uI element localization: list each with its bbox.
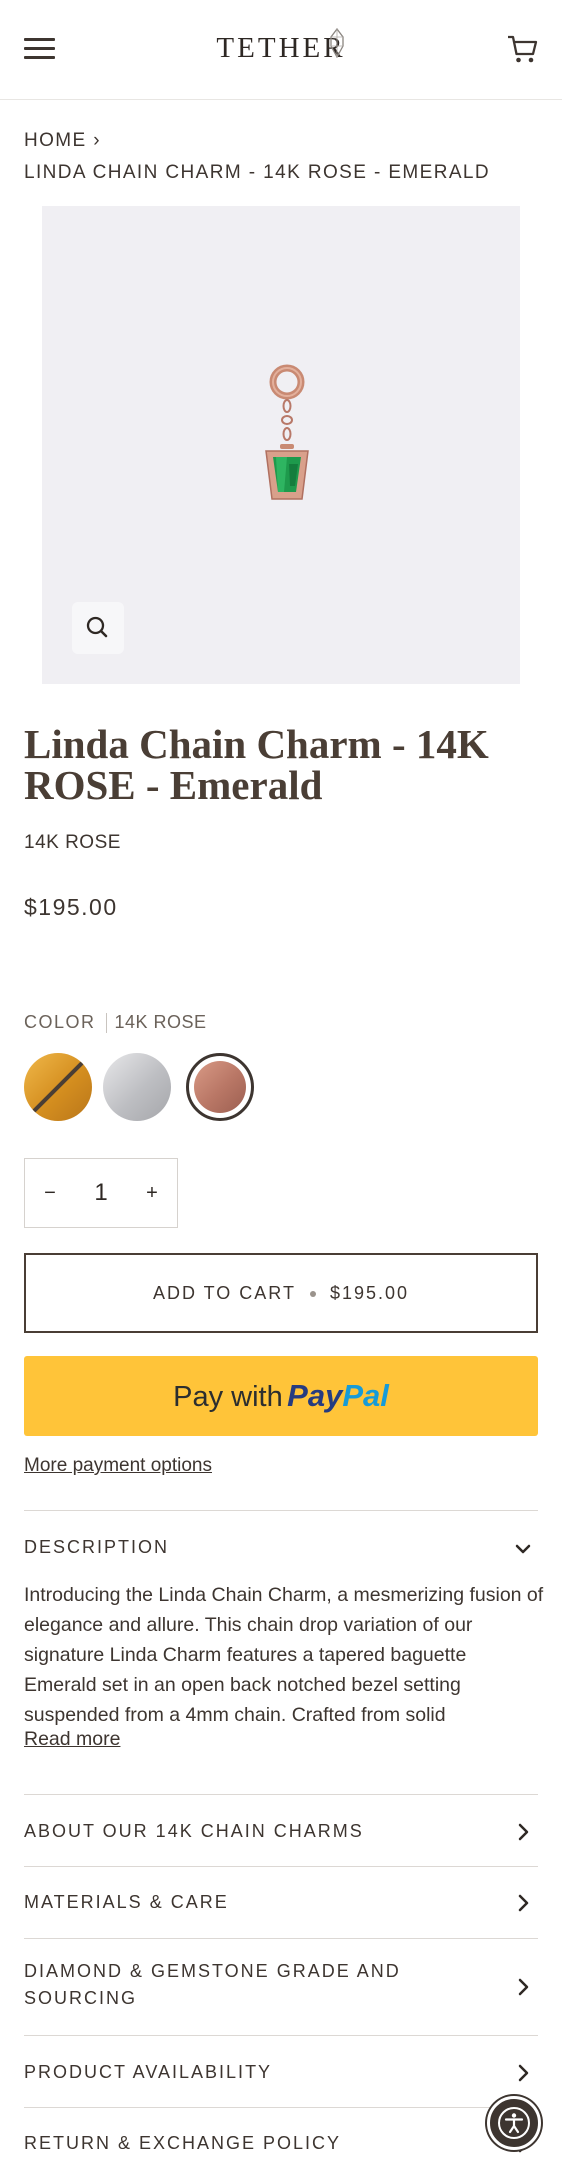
product-title: Linda Chain Charm - 14K ROSE - Emerald xyxy=(24,721,489,808)
read-more-link[interactable]: Read more xyxy=(24,1728,120,1751)
chevron-right-icon[interactable] xyxy=(514,1823,532,1841)
product-price: $195.00 xyxy=(24,894,118,920)
shopping-cart-icon[interactable] xyxy=(506,32,540,66)
unavailable-strike xyxy=(28,1059,86,1117)
site-logo[interactable]: TETHER xyxy=(0,32,562,65)
add-to-cart-label: ADD TO CART xyxy=(152,1283,296,1303)
breadcrumb-current: LINDA CHAIN CHARM - 14K ROSE - EMERALD xyxy=(24,162,491,183)
accordion-materials-care[interactable]: MATERIALS & CARE xyxy=(24,1889,484,1916)
breadcrumb: HOME › LINDA CHAIN CHARM - 14K ROSE - EM… xyxy=(24,125,544,189)
description-text: Introducing the Linda Chain Charm, a mes… xyxy=(24,1584,544,1726)
more-payment-options-link[interactable]: More payment options xyxy=(24,1455,212,1477)
quantity-stepper: − 1 + xyxy=(24,1158,178,1228)
add-to-cart-price: $195.00 xyxy=(329,1283,410,1303)
chevron-right-icon[interactable] xyxy=(514,2064,532,2082)
chevron-right-icon[interactable] xyxy=(514,1894,532,1912)
accordion-return-exchange[interactable]: RETURN & EXCHANGE POLICY xyxy=(24,2130,484,2157)
divider xyxy=(24,1794,538,1795)
divider xyxy=(24,1938,538,1939)
color-selected-value: 14K ROSE xyxy=(114,1012,207,1032)
quantity-increase-button[interactable]: + xyxy=(127,1159,177,1227)
product-variant: 14K ROSE xyxy=(24,832,121,853)
add-to-cart-button[interactable]: ADD TO CART $195.00 xyxy=(24,1253,538,1333)
chevron-down-icon[interactable] xyxy=(514,1540,532,1558)
swatch-14k-yellow[interactable] xyxy=(24,1053,92,1121)
paypal-button[interactable]: Pay with PayPal xyxy=(24,1356,538,1436)
divider xyxy=(24,1510,538,1511)
swatch-14k-rose[interactable] xyxy=(186,1053,254,1121)
site-header: TETHER xyxy=(0,0,562,100)
breadcrumb-separator: › xyxy=(93,130,102,151)
color-selector-label: COLOR 14K ROSE xyxy=(24,1012,207,1034)
divider xyxy=(24,2107,538,2108)
quantity-decrease-button[interactable]: − xyxy=(25,1159,75,1227)
breadcrumb-home-link[interactable]: HOME xyxy=(24,130,87,151)
description-toggle[interactable]: DESCRIPTION xyxy=(24,1534,484,1561)
accordion-product-availability[interactable]: PRODUCT AVAILABILITY xyxy=(24,2059,484,2086)
color-label: COLOR xyxy=(24,1012,96,1032)
quantity-input[interactable]: 1 xyxy=(75,1159,127,1227)
accordion-diamond-gemstone[interactable]: DIAMOND & GEMSTONE GRADE AND SOURCING xyxy=(24,1958,454,2012)
logo-gem-icon xyxy=(330,28,344,58)
magnifier-icon xyxy=(86,616,108,638)
charm-illustration xyxy=(265,364,309,500)
swatch-14k-white[interactable] xyxy=(103,1053,171,1121)
accessibility-icon[interactable] xyxy=(487,2096,541,2150)
chevron-right-icon[interactable] xyxy=(514,1978,532,1996)
accordion-about-chain-charms[interactable]: ABOUT OUR 14K CHAIN CHARMS xyxy=(24,1818,484,1845)
divider xyxy=(24,2035,538,2036)
paypal-prefix: Pay with xyxy=(173,1381,283,1413)
divider xyxy=(24,1866,538,1867)
zoom-button[interactable] xyxy=(72,602,124,654)
product-image[interactable] xyxy=(42,206,520,684)
paypal-logo-pal: Pal xyxy=(342,1378,389,1413)
paypal-logo-pay: Pay xyxy=(287,1378,343,1413)
logo-text: TETHER xyxy=(216,32,346,64)
